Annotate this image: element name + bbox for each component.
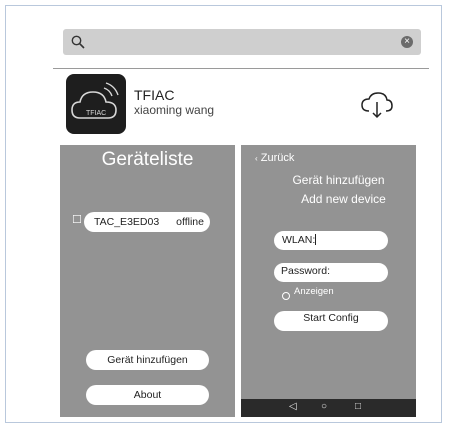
cloud-download-icon[interactable] <box>360 91 394 119</box>
device-list-title: Geräteliste <box>101 149 194 170</box>
android-nav-bar: ◁ ○ □ <box>241 399 416 417</box>
clear-search-icon[interactable]: × <box>401 36 413 48</box>
unlock-icon: ☐ <box>72 214 82 226</box>
device-name: TAC_E3ED03 <box>94 216 160 228</box>
show-password-radio[interactable] <box>282 292 290 300</box>
chevron-left-icon: ‹ <box>255 154 258 163</box>
cloud-wifi-icon: TFIAC <box>71 82 119 119</box>
app-author: xiaoming wang <box>134 103 215 117</box>
wlan-label: WLAN: <box>282 234 316 246</box>
add-device-title-de: Gerät hinzufügen <box>292 173 385 187</box>
password-field[interactable]: Password: <box>274 263 388 282</box>
app-name: TFIAC <box>134 87 175 103</box>
password-label: Password: <box>281 265 331 277</box>
add-device-screen: ‹ Zurück Gerät hinzufügen Add new device… <box>241 145 416 417</box>
wlan-field[interactable]: WLAN: <box>274 231 388 250</box>
back-button[interactable]: ‹ Zurück <box>255 152 294 164</box>
add-device-title-en: Add new device <box>301 192 386 206</box>
nav-home-icon[interactable]: ○ <box>321 401 327 412</box>
about-button[interactable]: About <box>86 385 209 405</box>
app-logo[interactable]: TFIAC <box>66 74 126 134</box>
add-device-button[interactable]: Gerät hinzufügen <box>86 350 209 370</box>
device-list-screen: Geräteliste ☐ TAC_E3ED03 offline Gerät h… <box>60 145 235 417</box>
nav-recent-icon[interactable]: □ <box>355 401 361 412</box>
device-item[interactable]: TAC_E3ED03 offline <box>84 212 210 232</box>
search-bar[interactable]: × <box>63 29 421 55</box>
back-label: Zurück <box>260 152 295 164</box>
device-status: offline <box>176 216 204 228</box>
app-logo-text: TFIAC <box>86 110 106 117</box>
show-password-label: Anzeigen <box>294 286 334 297</box>
nav-back-icon[interactable]: ◁ <box>289 401 297 412</box>
search-icon <box>71 35 85 49</box>
divider <box>53 68 429 69</box>
start-config-button[interactable]: Start Config <box>274 311 388 331</box>
text-cursor <box>315 234 317 245</box>
